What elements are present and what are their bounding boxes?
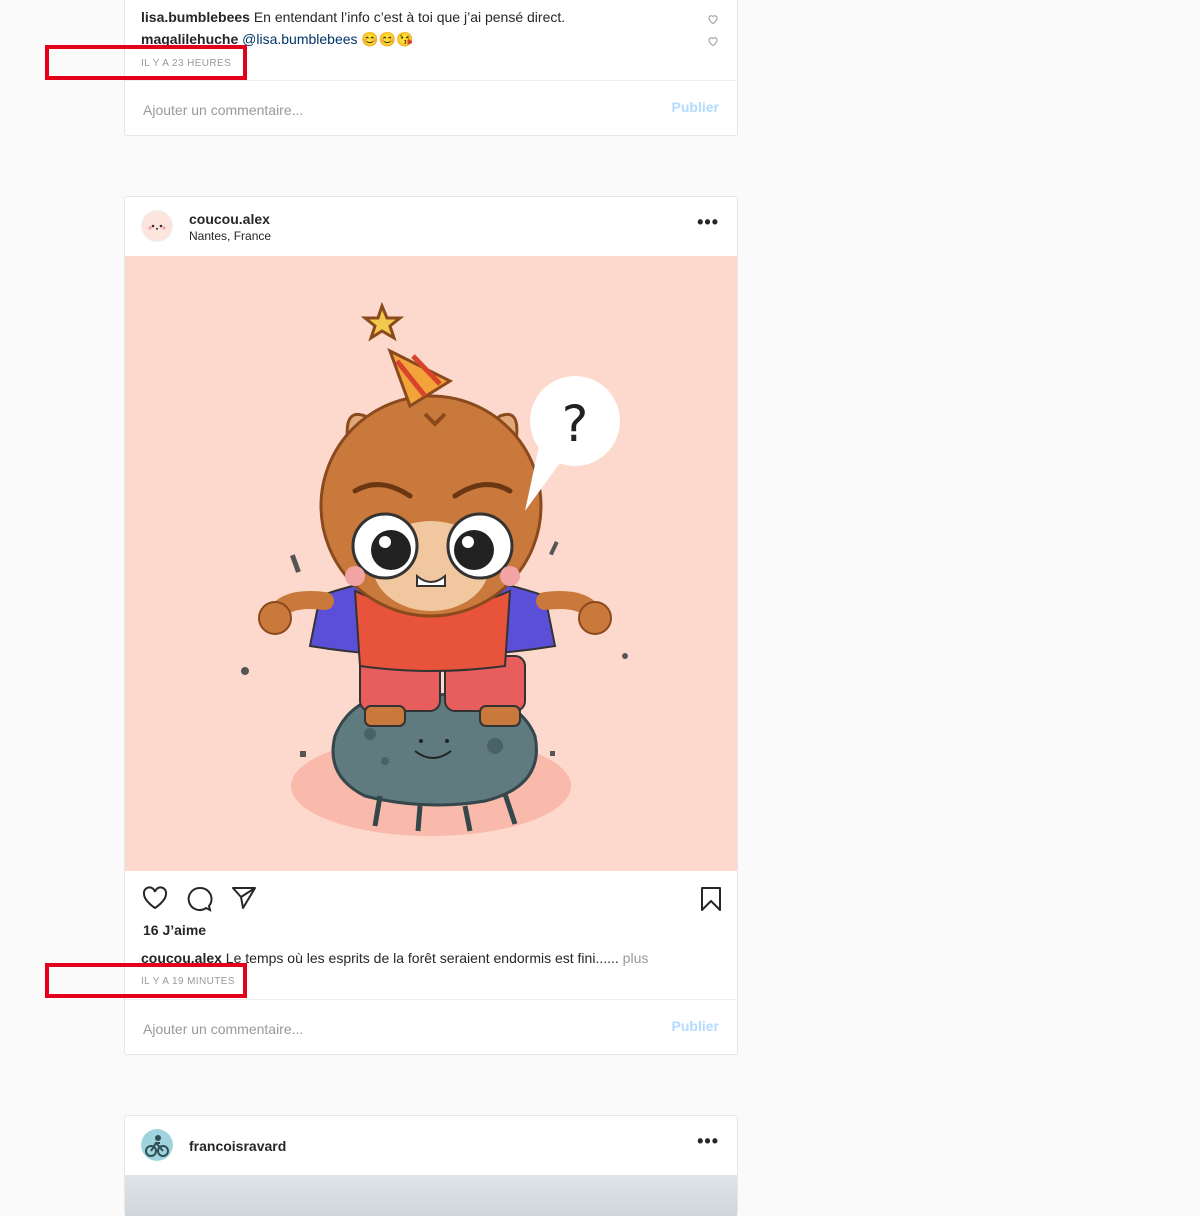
comment-row: lisa.bumblebees En entendant l’info c’es… — [141, 7, 721, 27]
add-comment-input[interactable] — [141, 81, 605, 139]
avatar[interactable] — [141, 1129, 173, 1161]
publish-button[interactable]: Publier — [672, 99, 719, 115]
post-header: coucou.alex Nantes, France ••• — [125, 197, 737, 255]
timestamp-highlight-box — [45, 963, 247, 998]
add-comment-input[interactable] — [141, 1000, 605, 1058]
more-options-icon[interactable]: ••• — [697, 1132, 719, 1150]
share-icon[interactable] — [231, 886, 257, 910]
post-location[interactable]: Nantes, France — [189, 229, 271, 243]
avatar[interactable] — [141, 210, 173, 242]
post-card-2: coucou.alex Nantes, France ••• ? 16 J’ai… — [124, 196, 738, 1058]
publish-button[interactable]: Publier — [672, 1018, 719, 1034]
caption-text: Le temps où les esprits de la forêt sera… — [221, 950, 619, 966]
bubble-question-mark: ? — [562, 395, 589, 453]
post-header: francoisravard ••• — [125, 1116, 737, 1174]
bookmark-icon[interactable] — [700, 886, 722, 912]
heart-icon[interactable] — [142, 886, 168, 910]
timestamp-highlight-box — [45, 45, 247, 80]
more-options-icon[interactable]: ••• — [697, 213, 719, 231]
comment-like-heart-icon[interactable] — [707, 35, 719, 47]
post-username[interactable]: francoisravard — [189, 1138, 286, 1154]
avatar-face-icon — [141, 210, 173, 242]
comment-username[interactable]: lisa.bumblebees — [141, 9, 250, 25]
likes-count[interactable]: 16 J’aime — [143, 922, 206, 938]
comment-icon[interactable] — [187, 886, 213, 912]
caption-more-link[interactable]: plus — [619, 950, 649, 966]
post-image[interactable] — [125, 1175, 737, 1216]
post-card-3: francoisravard ••• — [124, 1115, 738, 1216]
comment-like-heart-icon[interactable] — [707, 13, 719, 25]
comment-mention[interactable]: @lisa.bumblebees — [238, 31, 357, 47]
post-username[interactable]: coucou.alex — [189, 211, 270, 227]
comment-text: En entendant l’info c’est à toi que j’ai… — [249, 9, 566, 25]
comment-text: 😊😊😘 — [357, 31, 414, 47]
add-comment-bar: Publier — [125, 999, 737, 1058]
avatar-cyclist-icon — [141, 1129, 173, 1161]
post-image[interactable]: ? — [125, 256, 737, 871]
illustration-squirrel-character: ? — [241, 301, 628, 836]
add-comment-bar: Publier — [125, 80, 737, 139]
